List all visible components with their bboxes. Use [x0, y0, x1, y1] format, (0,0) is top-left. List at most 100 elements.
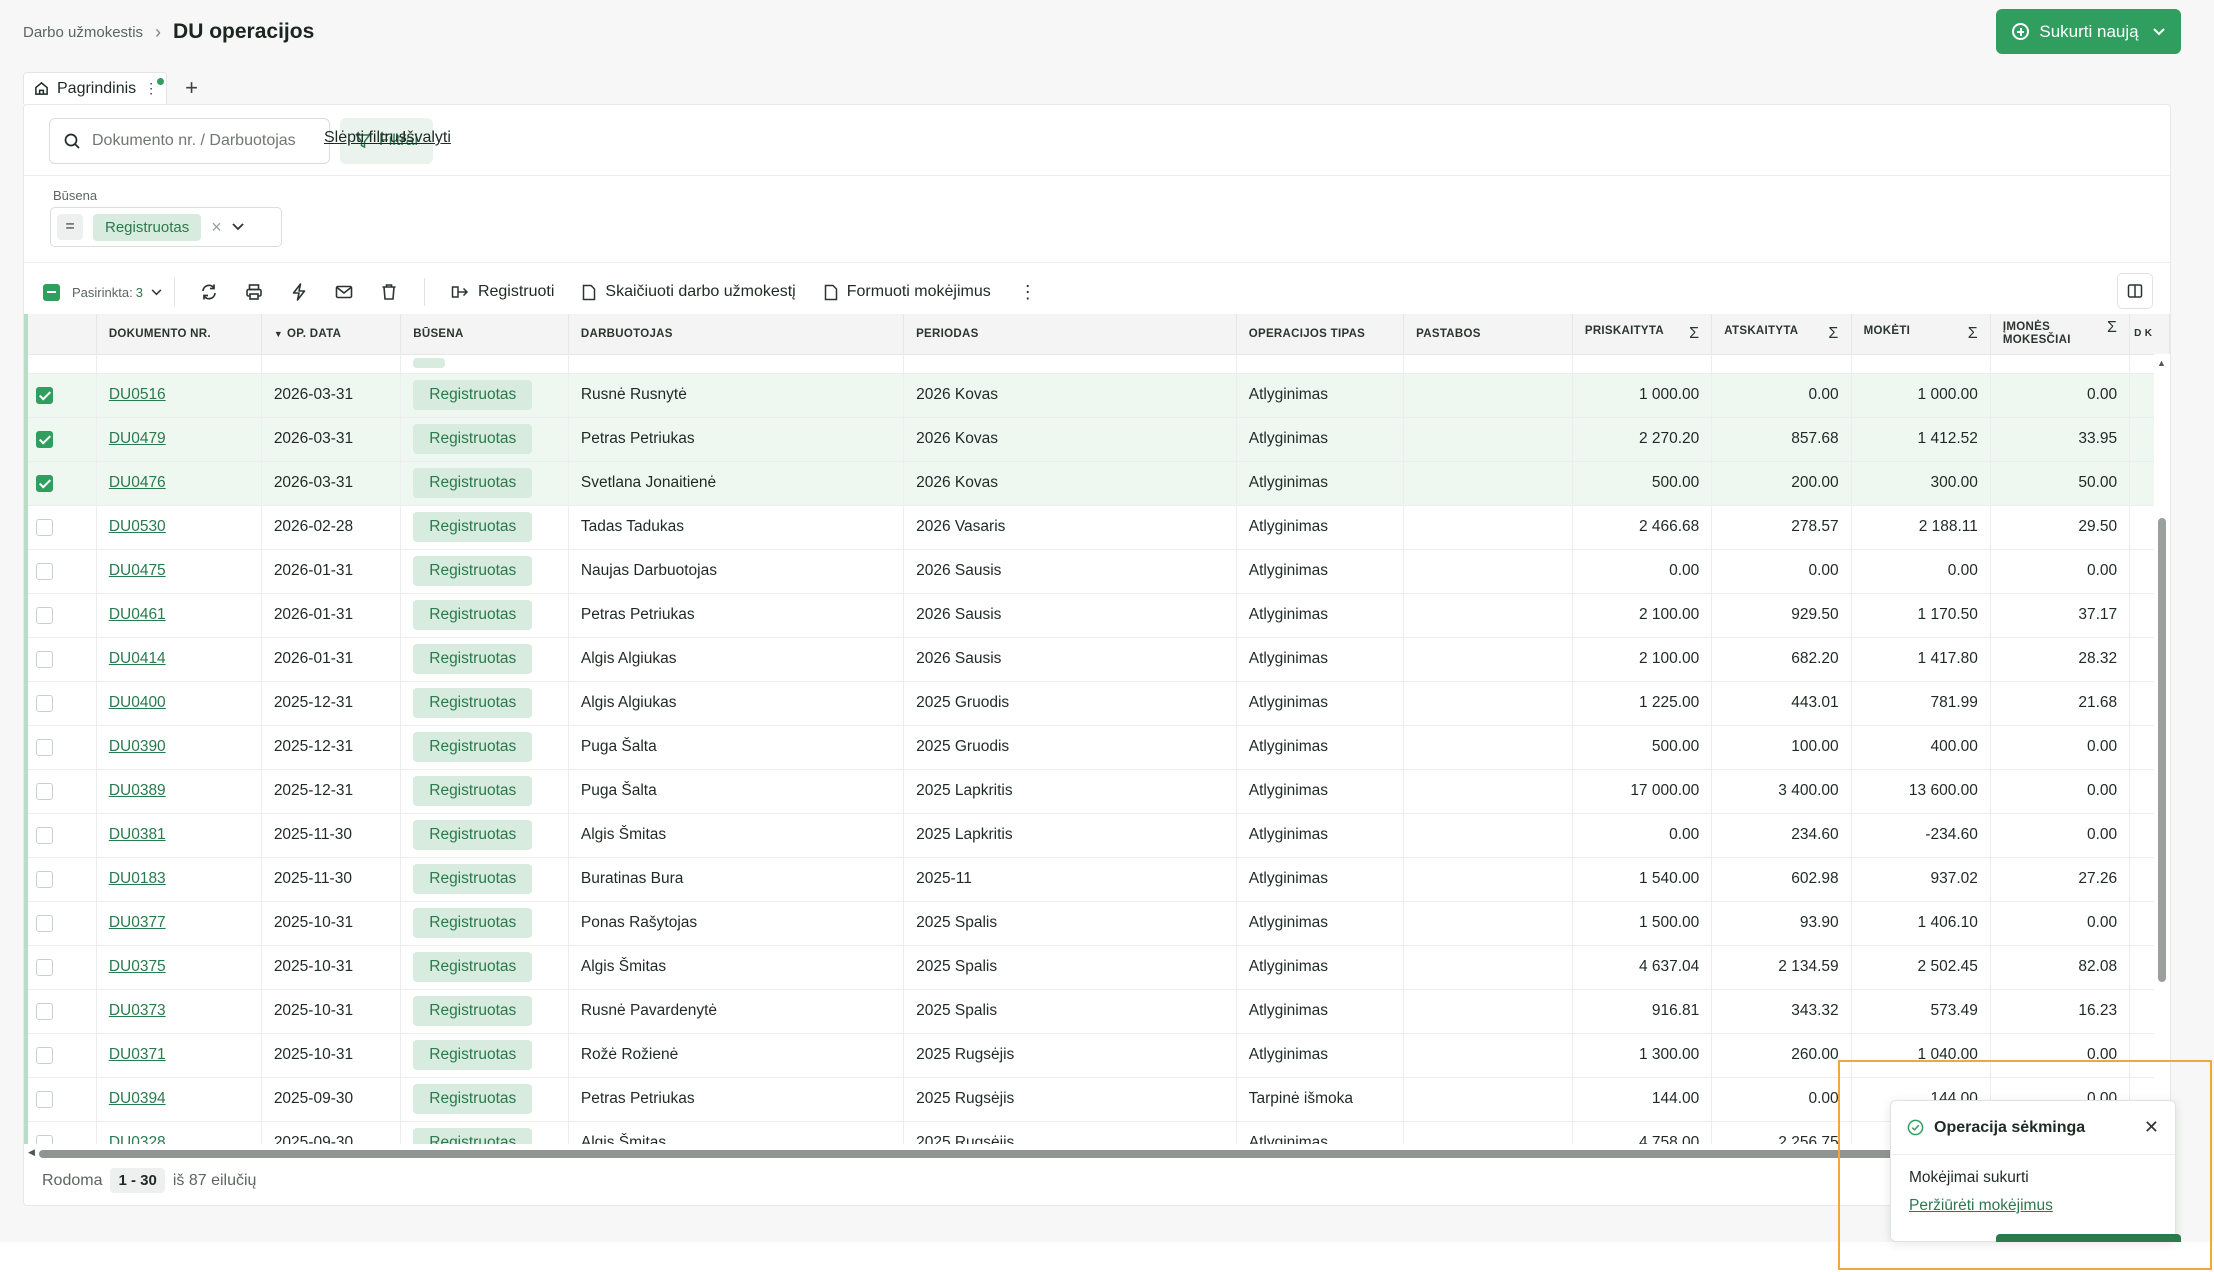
row-checkbox[interactable]: [36, 1002, 53, 1020]
printer-icon[interactable]: [232, 272, 277, 312]
document-link[interactable]: DU0328: [109, 1134, 166, 1144]
row-checkbox[interactable]: [36, 694, 53, 712]
sigma-icon[interactable]: Σ: [2107, 319, 2117, 335]
header-deducted[interactable]: Σ ATSKAITYTA: [1711, 314, 1852, 355]
status-filter-select[interactable]: = Registruotas ×: [50, 207, 282, 247]
table-row[interactable]: DU0400 2025-12-31 Registruotas Algis Algiuk…: [24, 681, 2170, 726]
create-new-button[interactable]: Sukurti naują: [1996, 9, 2181, 54]
row-checkbox[interactable]: [36, 562, 53, 580]
table-row[interactable]: DU0375 2025-10-31 Registruotas Algis Šmitas…: [24, 945, 2170, 990]
table-row[interactable]: DU0476 2026-03-31 Registruotas Svetlana Jon…: [24, 461, 2170, 506]
document-link[interactable]: DU0476: [109, 474, 166, 491]
hide-filters-link[interactable]: Slėpti filtrus: [324, 129, 407, 147]
row-checkbox[interactable]: [36, 958, 53, 976]
drag-handle-icon[interactable]: ⋮: [144, 78, 165, 97]
columns-icon[interactable]: [2117, 273, 2153, 309]
select-all-checkbox[interactable]: [43, 283, 60, 301]
table-row[interactable]: DU0373 2025-10-31 Registruotas Rusnė Pavard…: [24, 989, 2170, 1034]
add-tab-button[interactable]: +: [175, 75, 208, 101]
sigma-icon[interactable]: Σ: [1828, 325, 1838, 343]
header-status[interactable]: BŪSENA: [400, 314, 569, 355]
row-checkbox[interactable]: [36, 1134, 53, 1144]
lightning-icon[interactable]: [277, 272, 322, 312]
row-checkbox[interactable]: [36, 474, 53, 492]
close-icon[interactable]: ×: [211, 217, 222, 238]
table-row[interactable]: DU0479 2026-03-31 Registruotas Petras Petri…: [24, 417, 2170, 462]
document-link[interactable]: DU0516: [109, 386, 166, 403]
document-link[interactable]: DU0373: [109, 1002, 166, 1019]
scroll-left-icon[interactable]: ◀: [28, 1147, 35, 1158]
header-extra[interactable]: D K: [2129, 314, 2170, 355]
row-checkbox[interactable]: [36, 606, 53, 624]
table-row[interactable]: DU0475 2026-01-31 Registruotas Naujas Darbu…: [24, 549, 2170, 594]
row-checkbox[interactable]: [36, 870, 53, 888]
horizontal-scrollbar-thumb[interactable]: [39, 1150, 1899, 1158]
document-link[interactable]: DU0375: [109, 958, 166, 975]
mail-icon[interactable]: [322, 272, 367, 312]
header-notes[interactable]: PASTABOS: [1403, 314, 1573, 355]
clear-filters-link[interactable]: Išvalyti: [402, 129, 451, 147]
table-row[interactable]: DU0381 2025-11-30 Registruotas Algis Šmitas…: [24, 813, 2170, 858]
row-checkbox[interactable]: [36, 826, 53, 844]
sigma-icon[interactable]: Σ: [1689, 325, 1699, 343]
view-payments-link[interactable]: Peržiūrėti mokėjimus: [1909, 1197, 2157, 1215]
document-link[interactable]: DU0479: [109, 430, 166, 447]
document-link[interactable]: DU0400: [109, 694, 166, 711]
header-period[interactable]: PERIODAS: [903, 314, 1237, 355]
header-doc[interactable]: DOKUMENTO NR.: [96, 314, 262, 355]
row-checkbox[interactable]: [36, 650, 53, 668]
chevron-down-icon[interactable]: [151, 288, 162, 296]
row-checkbox[interactable]: [36, 1046, 53, 1064]
document-link[interactable]: DU0475: [109, 562, 166, 579]
more-vertical-icon[interactable]: ⋮: [1005, 282, 1051, 303]
row-checkbox[interactable]: [36, 738, 53, 756]
header-type[interactable]: OPERACIJOS TIPAS: [1236, 314, 1405, 355]
breadcrumb-parent-link[interactable]: Darbo užmokestis: [23, 24, 143, 41]
chevron-down-icon[interactable]: [232, 223, 244, 231]
vertical-scrollbar[interactable]: ▲: [2154, 354, 2170, 1144]
table-row[interactable]: DU0377 2025-10-31 Registruotas Ponas Rašyto…: [24, 901, 2170, 946]
header-company-taxes[interactable]: Σ ĮMONĖS MOKESČIAI: [1990, 314, 2131, 355]
document-link[interactable]: DU0371: [109, 1046, 166, 1063]
scroll-up-icon[interactable]: ▲: [2157, 358, 2166, 368]
document-link[interactable]: DU0389: [109, 782, 166, 799]
row-checkbox[interactable]: [36, 1090, 53, 1108]
table-row[interactable]: DU0461 2026-01-31 Registruotas Petras Petri…: [24, 593, 2170, 638]
refresh-icon[interactable]: [187, 272, 232, 312]
header-payable[interactable]: Σ MOKĖTI: [1851, 314, 1991, 355]
document-link[interactable]: DU0381: [109, 826, 166, 843]
document-link[interactable]: DU0377: [109, 914, 166, 931]
type-cell: Atlyginimas: [1236, 681, 1405, 726]
search-field[interactable]: [49, 118, 330, 164]
document-link[interactable]: DU0183: [109, 870, 166, 887]
sigma-icon[interactable]: Σ: [1968, 325, 1978, 343]
header-accrued[interactable]: Σ PRISKAITYTA: [1572, 314, 1713, 355]
register-button[interactable]: Registruoti: [437, 272, 568, 312]
header-employee[interactable]: DARBUOTOJAS: [568, 314, 905, 355]
form-payments-button[interactable]: Formuoti mokėjimus: [810, 272, 1005, 312]
row-checkbox[interactable]: [36, 386, 53, 404]
row-checkbox[interactable]: [36, 518, 53, 536]
row-checkbox[interactable]: [36, 914, 53, 932]
close-icon[interactable]: ✕: [2144, 1117, 2159, 1138]
calculate-salary-button[interactable]: Skaičiuoti darbo užmokestį: [568, 272, 809, 312]
header-date[interactable]: ▼ OP. DATA: [261, 314, 402, 355]
document-link[interactable]: DU0530: [109, 518, 166, 535]
table-row[interactable]: DU0530 2026-02-28 Registruotas Tadas Taduka…: [24, 505, 2170, 550]
table-row[interactable]: DU0516 2026-03-31 Registruotas Rusnė Rusnyt…: [24, 373, 2170, 418]
table-row[interactable]: DU0390 2025-12-31 Registruotas Puga Šalta 20…: [24, 725, 2170, 770]
table-row[interactable]: DU0414 2026-01-31 Registruotas Algis Algiuk…: [24, 637, 2170, 682]
search-input[interactable]: [92, 132, 312, 150]
document-link[interactable]: DU0390: [109, 738, 166, 755]
row-checkbox[interactable]: [36, 430, 53, 448]
document-link[interactable]: DU0394: [109, 1090, 166, 1107]
document-link[interactable]: DU0461: [109, 606, 166, 623]
document-link[interactable]: DU0414: [109, 650, 166, 667]
operator-button[interactable]: =: [57, 214, 83, 240]
table-row[interactable]: DU0389 2025-12-31 Registruotas Puga Šalta 20…: [24, 769, 2170, 814]
vertical-scrollbar-thumb[interactable]: [2158, 518, 2166, 982]
table-row[interactable]: DU0183 2025-11-30 Registruotas Buratinas Bu…: [24, 857, 2170, 902]
trash-icon[interactable]: [367, 272, 412, 312]
tab-main[interactable]: Pagrindinis ⋮: [23, 72, 168, 104]
row-checkbox[interactable]: [36, 782, 53, 800]
